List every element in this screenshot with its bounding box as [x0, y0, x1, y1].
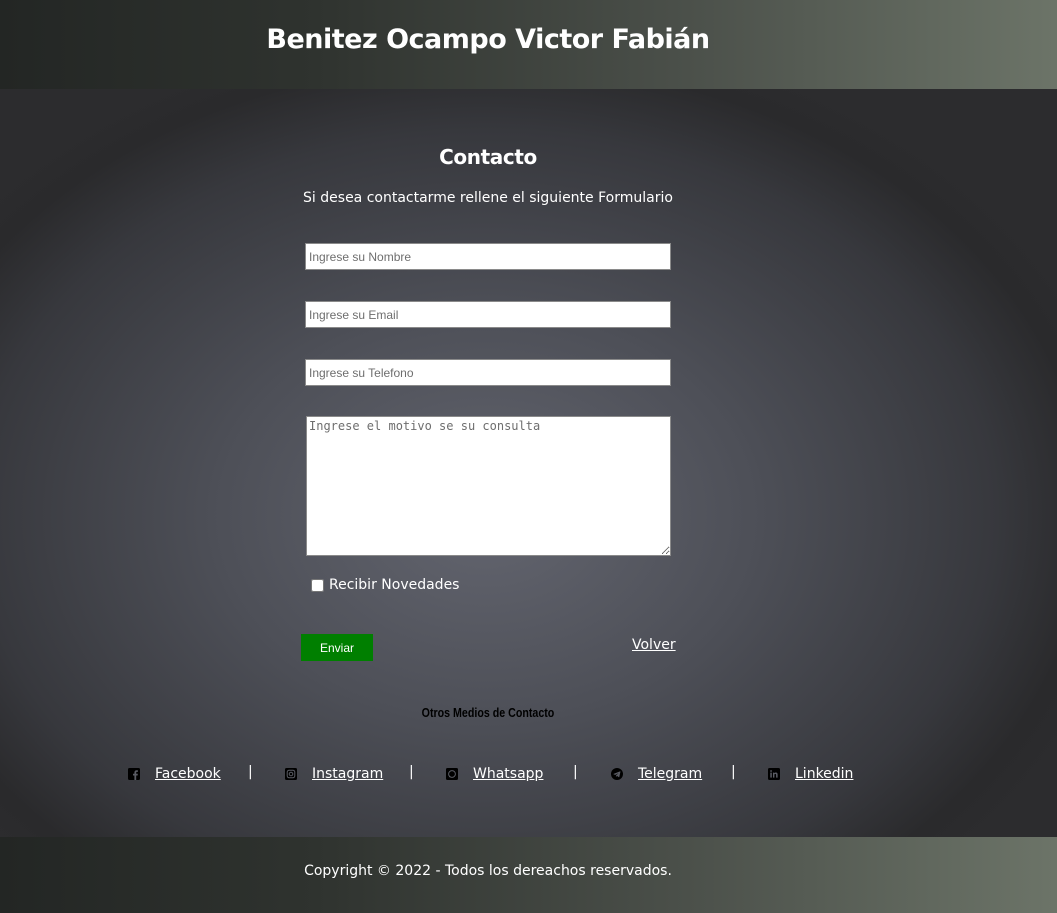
telegram-link[interactable]: Telegram — [638, 766, 702, 782]
whatsapp-icon — [446, 768, 458, 780]
phone-input[interactable] — [305, 359, 671, 386]
instagram-icon — [285, 768, 297, 780]
message-textarea[interactable] — [306, 416, 671, 556]
social-item-instagram: Instagram — [285, 764, 383, 784]
contact-subtitle: Si desea contactarme rellene el siguient… — [303, 190, 673, 206]
site-title: Benitez Ocampo Victor Fabián — [266, 24, 710, 55]
email-input[interactable] — [305, 301, 671, 328]
site-footer: Copyright © 2022 - Todos los dereachos r… — [0, 837, 1057, 913]
copyright-text: Copyright © 2022 - Todos los dereachos r… — [304, 863, 672, 879]
newsletter-row: Recibir Novedades — [311, 575, 459, 595]
social-item-telegram: Telegram — [611, 764, 702, 784]
contact-title: Contacto — [439, 145, 537, 169]
telegram-icon — [611, 768, 623, 780]
facebook-icon — [128, 768, 140, 780]
other-contact-title: Otros Medios de Contacto — [421, 705, 555, 720]
social-item-facebook: Facebook — [128, 764, 221, 784]
linkedin-link[interactable]: Linkedin — [795, 766, 853, 782]
separator: | — [248, 764, 253, 780]
newsletter-label: Recibir Novedades — [329, 577, 460, 593]
instagram-link[interactable]: Instagram — [312, 766, 383, 782]
newsletter-checkbox[interactable] — [311, 578, 324, 592]
contact-section: Contacto Si desea contactarme rellene el… — [0, 89, 1057, 837]
separator: | — [573, 764, 578, 780]
name-input[interactable] — [305, 243, 671, 270]
social-item-linkedin: Linkedin — [768, 764, 853, 784]
site-header: Benitez Ocampo Victor Fabián — [0, 0, 1057, 89]
send-button[interactable]: Enviar — [301, 634, 373, 661]
linkedin-icon — [768, 768, 780, 780]
whatsapp-link[interactable]: Whatsapp — [473, 766, 543, 782]
social-item-whatsapp: Whatsapp — [446, 764, 543, 784]
separator: | — [409, 764, 414, 780]
back-link[interactable]: Volver — [632, 637, 676, 653]
separator: | — [731, 764, 736, 780]
facebook-link[interactable]: Facebook — [155, 766, 221, 782]
